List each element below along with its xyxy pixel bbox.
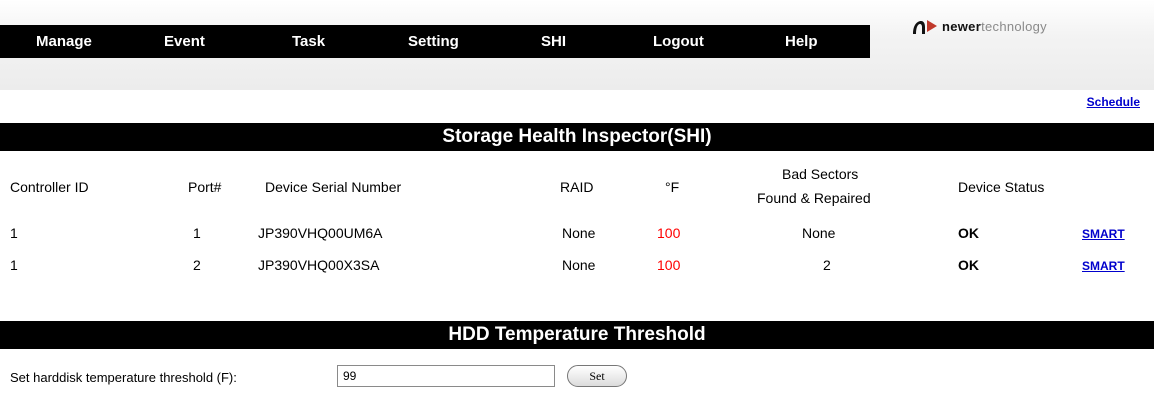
- header-device-status: Device Status: [958, 179, 1045, 195]
- nav-help[interactable]: Help: [785, 25, 818, 58]
- nav-setting[interactable]: Setting: [408, 25, 459, 58]
- row-2-temperature: 100: [657, 257, 681, 273]
- nav-shi[interactable]: SHI: [541, 25, 566, 58]
- row-1-controller-id: 1: [10, 225, 18, 241]
- logo-text-newer: newer: [942, 18, 982, 34]
- threshold-section-title: HDD Temperature Threshold: [0, 321, 1154, 349]
- row-1-raid: None: [562, 225, 596, 241]
- schedule-link[interactable]: Schedule: [1087, 95, 1140, 109]
- row-2-status: OK: [958, 257, 979, 273]
- row-2-port: 2: [193, 257, 201, 273]
- row-1-smart-link[interactable]: SMART: [1082, 227, 1125, 241]
- row-2-serial: JP390VHQ00X3SA: [258, 257, 380, 273]
- newer-technology-logo-icon: [913, 20, 937, 34]
- header-bad-sectors: Bad Sectors: [782, 166, 859, 182]
- header-found-repaired: Found & Repaired: [757, 190, 871, 206]
- header-temp-unit: °F: [665, 179, 680, 195]
- nav-task[interactable]: Task: [292, 25, 325, 58]
- row-1-temperature: 100: [657, 225, 681, 241]
- shi-section-title: Storage Health Inspector(SHI): [0, 123, 1154, 151]
- logo-text-technology: technology: [981, 18, 1047, 34]
- row-1-bad-sectors: None: [802, 225, 836, 241]
- header-controller-id: Controller ID: [10, 179, 89, 195]
- brand-logo: newer technology: [910, 14, 1047, 38]
- row-2-controller-id: 1: [10, 257, 18, 273]
- threshold-label: Set harddisk temperature threshold (F):: [10, 370, 237, 385]
- main-nav: Manage Event Task Setting SHI Logout Hel…: [0, 25, 870, 58]
- row-1-port: 1: [193, 225, 201, 241]
- row-2-bad-sectors: 2: [823, 257, 831, 273]
- nav-event[interactable]: Event: [164, 25, 205, 58]
- set-button[interactable]: Set: [567, 365, 627, 387]
- row-2-raid: None: [562, 257, 596, 273]
- threshold-input[interactable]: [337, 365, 555, 387]
- header-serial: Device Serial Number: [265, 179, 402, 195]
- header-raid: RAID: [560, 179, 594, 195]
- row-2-smart-link[interactable]: SMART: [1082, 259, 1125, 273]
- nav-logout[interactable]: Logout: [653, 25, 704, 58]
- header-port: Port#: [188, 179, 222, 195]
- row-1-status: OK: [958, 225, 979, 241]
- nav-manage[interactable]: Manage: [36, 25, 92, 58]
- row-1-serial: JP390VHQ00UM6A: [258, 225, 383, 241]
